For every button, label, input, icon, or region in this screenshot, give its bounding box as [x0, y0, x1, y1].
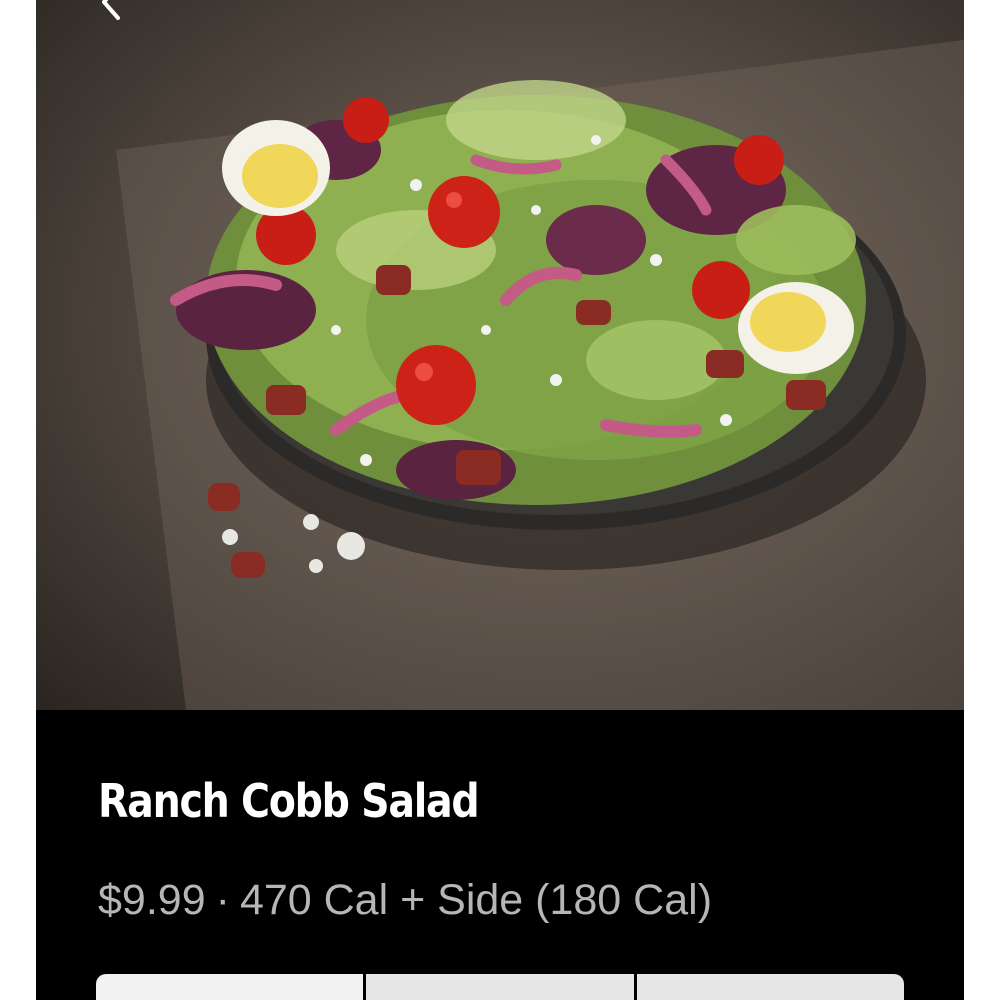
- option-tab-3[interactable]: [636, 974, 904, 1000]
- product-meta: $9.99 · 470 Cal + Side (180 Cal): [98, 876, 712, 925]
- product-hero-image: [36, 0, 964, 710]
- salad-photo: [116, 40, 964, 710]
- product-info-panel: Ranch Cobb Salad $9.99 · 470 Cal + Side (1…: [36, 710, 964, 1000]
- product-detail-screen: Ranch Cobb Salad $9.99 · 470 Cal + Side (1…: [36, 0, 964, 1000]
- product-calories: 470 Cal + Side (180 Cal): [239, 876, 713, 924]
- product-price: $9.99: [98, 876, 206, 924]
- product-title: Ranch Cobb Salad: [98, 774, 480, 828]
- option-tab-1[interactable]: [96, 974, 367, 1000]
- meta-separator: ·: [215, 876, 230, 924]
- back-button[interactable]: [92, 0, 132, 22]
- option-tab-2[interactable]: [366, 974, 637, 1000]
- option-tabs: [96, 974, 904, 1000]
- chevron-left-icon: [102, 0, 120, 20]
